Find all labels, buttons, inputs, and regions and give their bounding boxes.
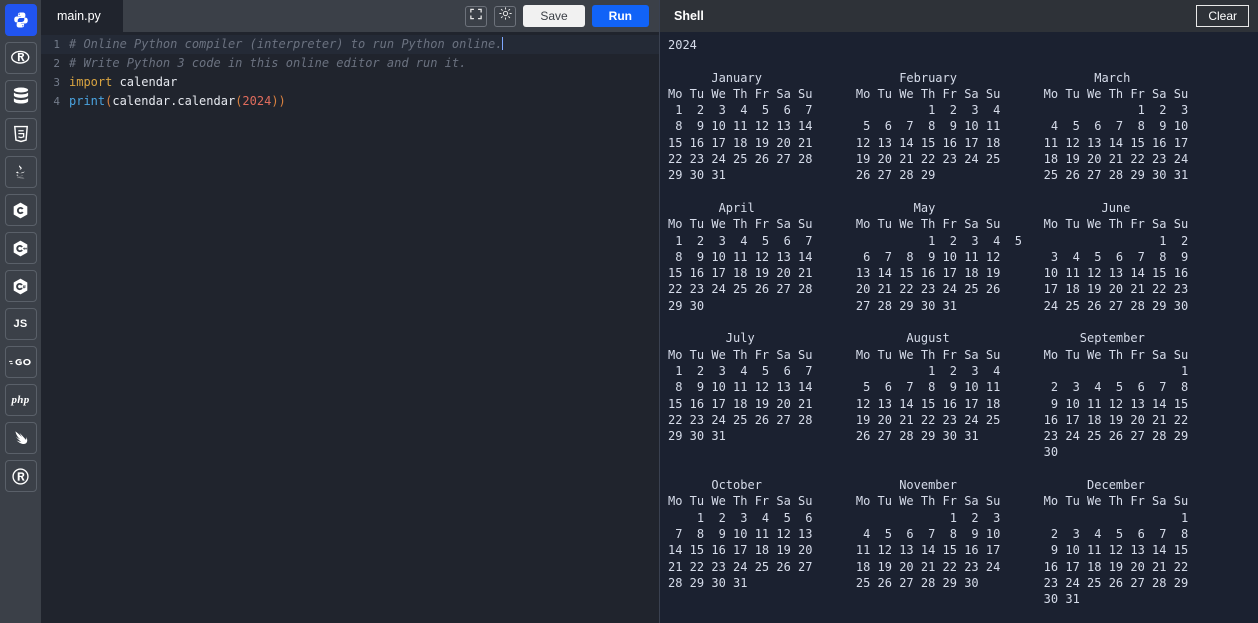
code-token-keyword: import <box>69 75 112 89</box>
sidebar-item-cpp[interactable] <box>5 232 37 264</box>
code-token-module: calendar <box>112 75 177 89</box>
database-icon <box>13 87 29 105</box>
fullscreen-icon <box>470 7 482 25</box>
line-number: 1 <box>41 35 69 54</box>
file-tab-label: main.py <box>57 9 101 23</box>
editor-panel: main.py <box>41 0 660 623</box>
line-number: 4 <box>41 92 69 111</box>
code-line-text: # Online Python compiler (interpreter) t… <box>69 35 659 54</box>
editor-toolbar-buttons: Save Run <box>465 0 659 32</box>
brightness-icon <box>499 7 512 25</box>
code-line[interactable]: 4 print(calendar.calendar(2024)) <box>41 92 659 111</box>
swift-icon <box>12 429 30 447</box>
clear-button-label: Clear <box>1208 9 1237 23</box>
c-icon <box>11 201 30 220</box>
save-button[interactable]: Save <box>523 5 584 27</box>
code-line[interactable]: 1 # Online Python compiler (interpreter)… <box>41 35 659 54</box>
php-icon: php <box>11 394 29 406</box>
code-token-comment: # Write Python 3 code in this online edi… <box>69 56 466 70</box>
code-token-expression: calendar.calendar <box>112 94 235 108</box>
sidebar-item-php[interactable]: php <box>5 384 37 416</box>
run-button-label: Run <box>609 9 632 23</box>
toolbar-spacer <box>123 0 465 32</box>
shell-toolbar: Shell Clear <box>660 0 1258 32</box>
shell-output[interactable]: 2024 January February March Mo Tu We Th … <box>660 32 1258 623</box>
code-token-paren: )) <box>271 94 285 108</box>
code-line[interactable]: 2 # Write Python 3 code in this online e… <box>41 54 659 73</box>
html5-icon <box>13 125 29 143</box>
fullscreen-button[interactable] <box>465 6 487 27</box>
text-cursor <box>502 37 503 50</box>
code-line-text: print(calendar.calendar(2024)) <box>69 92 659 111</box>
code-line[interactable]: 3 import calendar <box>41 73 659 92</box>
csharp-icon <box>11 277 30 296</box>
run-button[interactable]: Run <box>592 5 649 27</box>
app-root: JS php <box>0 0 1258 623</box>
sidebar-item-python[interactable] <box>5 4 37 36</box>
code-line-text: # Write Python 3 code in this online edi… <box>69 54 659 73</box>
sidebar-item-swift[interactable] <box>5 422 37 454</box>
language-sidebar: JS php <box>0 0 41 623</box>
sidebar-item-r[interactable] <box>5 42 37 74</box>
code-token-number: 2024 <box>242 94 271 108</box>
line-number: 3 <box>41 73 69 92</box>
sidebar-item-go[interactable] <box>5 346 37 378</box>
sidebar-item-sql[interactable] <box>5 80 37 112</box>
sidebar-item-html[interactable] <box>5 118 37 150</box>
js-icon: JS <box>13 318 27 330</box>
sidebar-item-c[interactable] <box>5 194 37 226</box>
sidebar-item-javascript[interactable]: JS <box>5 308 37 340</box>
save-button-label: Save <box>540 9 567 23</box>
shell-title: Shell <box>674 9 704 23</box>
code-token-comment: # Online Python compiler (interpreter) t… <box>69 37 502 51</box>
theme-toggle-button[interactable] <box>494 6 516 27</box>
java-icon <box>12 163 30 181</box>
code-token-function: print <box>69 94 105 108</box>
line-number: 2 <box>41 54 69 73</box>
sidebar-item-ruby[interactable] <box>5 460 37 492</box>
clear-button[interactable]: Clear <box>1196 5 1249 27</box>
code-editor[interactable]: 1 # Online Python compiler (interpreter)… <box>41 32 659 623</box>
file-tab-main-py[interactable]: main.py <box>41 0 123 32</box>
cpp-icon <box>11 239 30 258</box>
r-icon <box>11 49 31 67</box>
sidebar-item-csharp[interactable] <box>5 270 37 302</box>
go-icon <box>9 356 33 368</box>
code-line-text: import calendar <box>69 73 659 92</box>
editor-toolbar: main.py <box>41 0 659 32</box>
python-icon <box>12 11 30 29</box>
ruby-icon <box>11 467 30 486</box>
shell-panel: Shell Clear 2024 January February March … <box>660 0 1258 623</box>
sidebar-item-java[interactable] <box>5 156 37 188</box>
